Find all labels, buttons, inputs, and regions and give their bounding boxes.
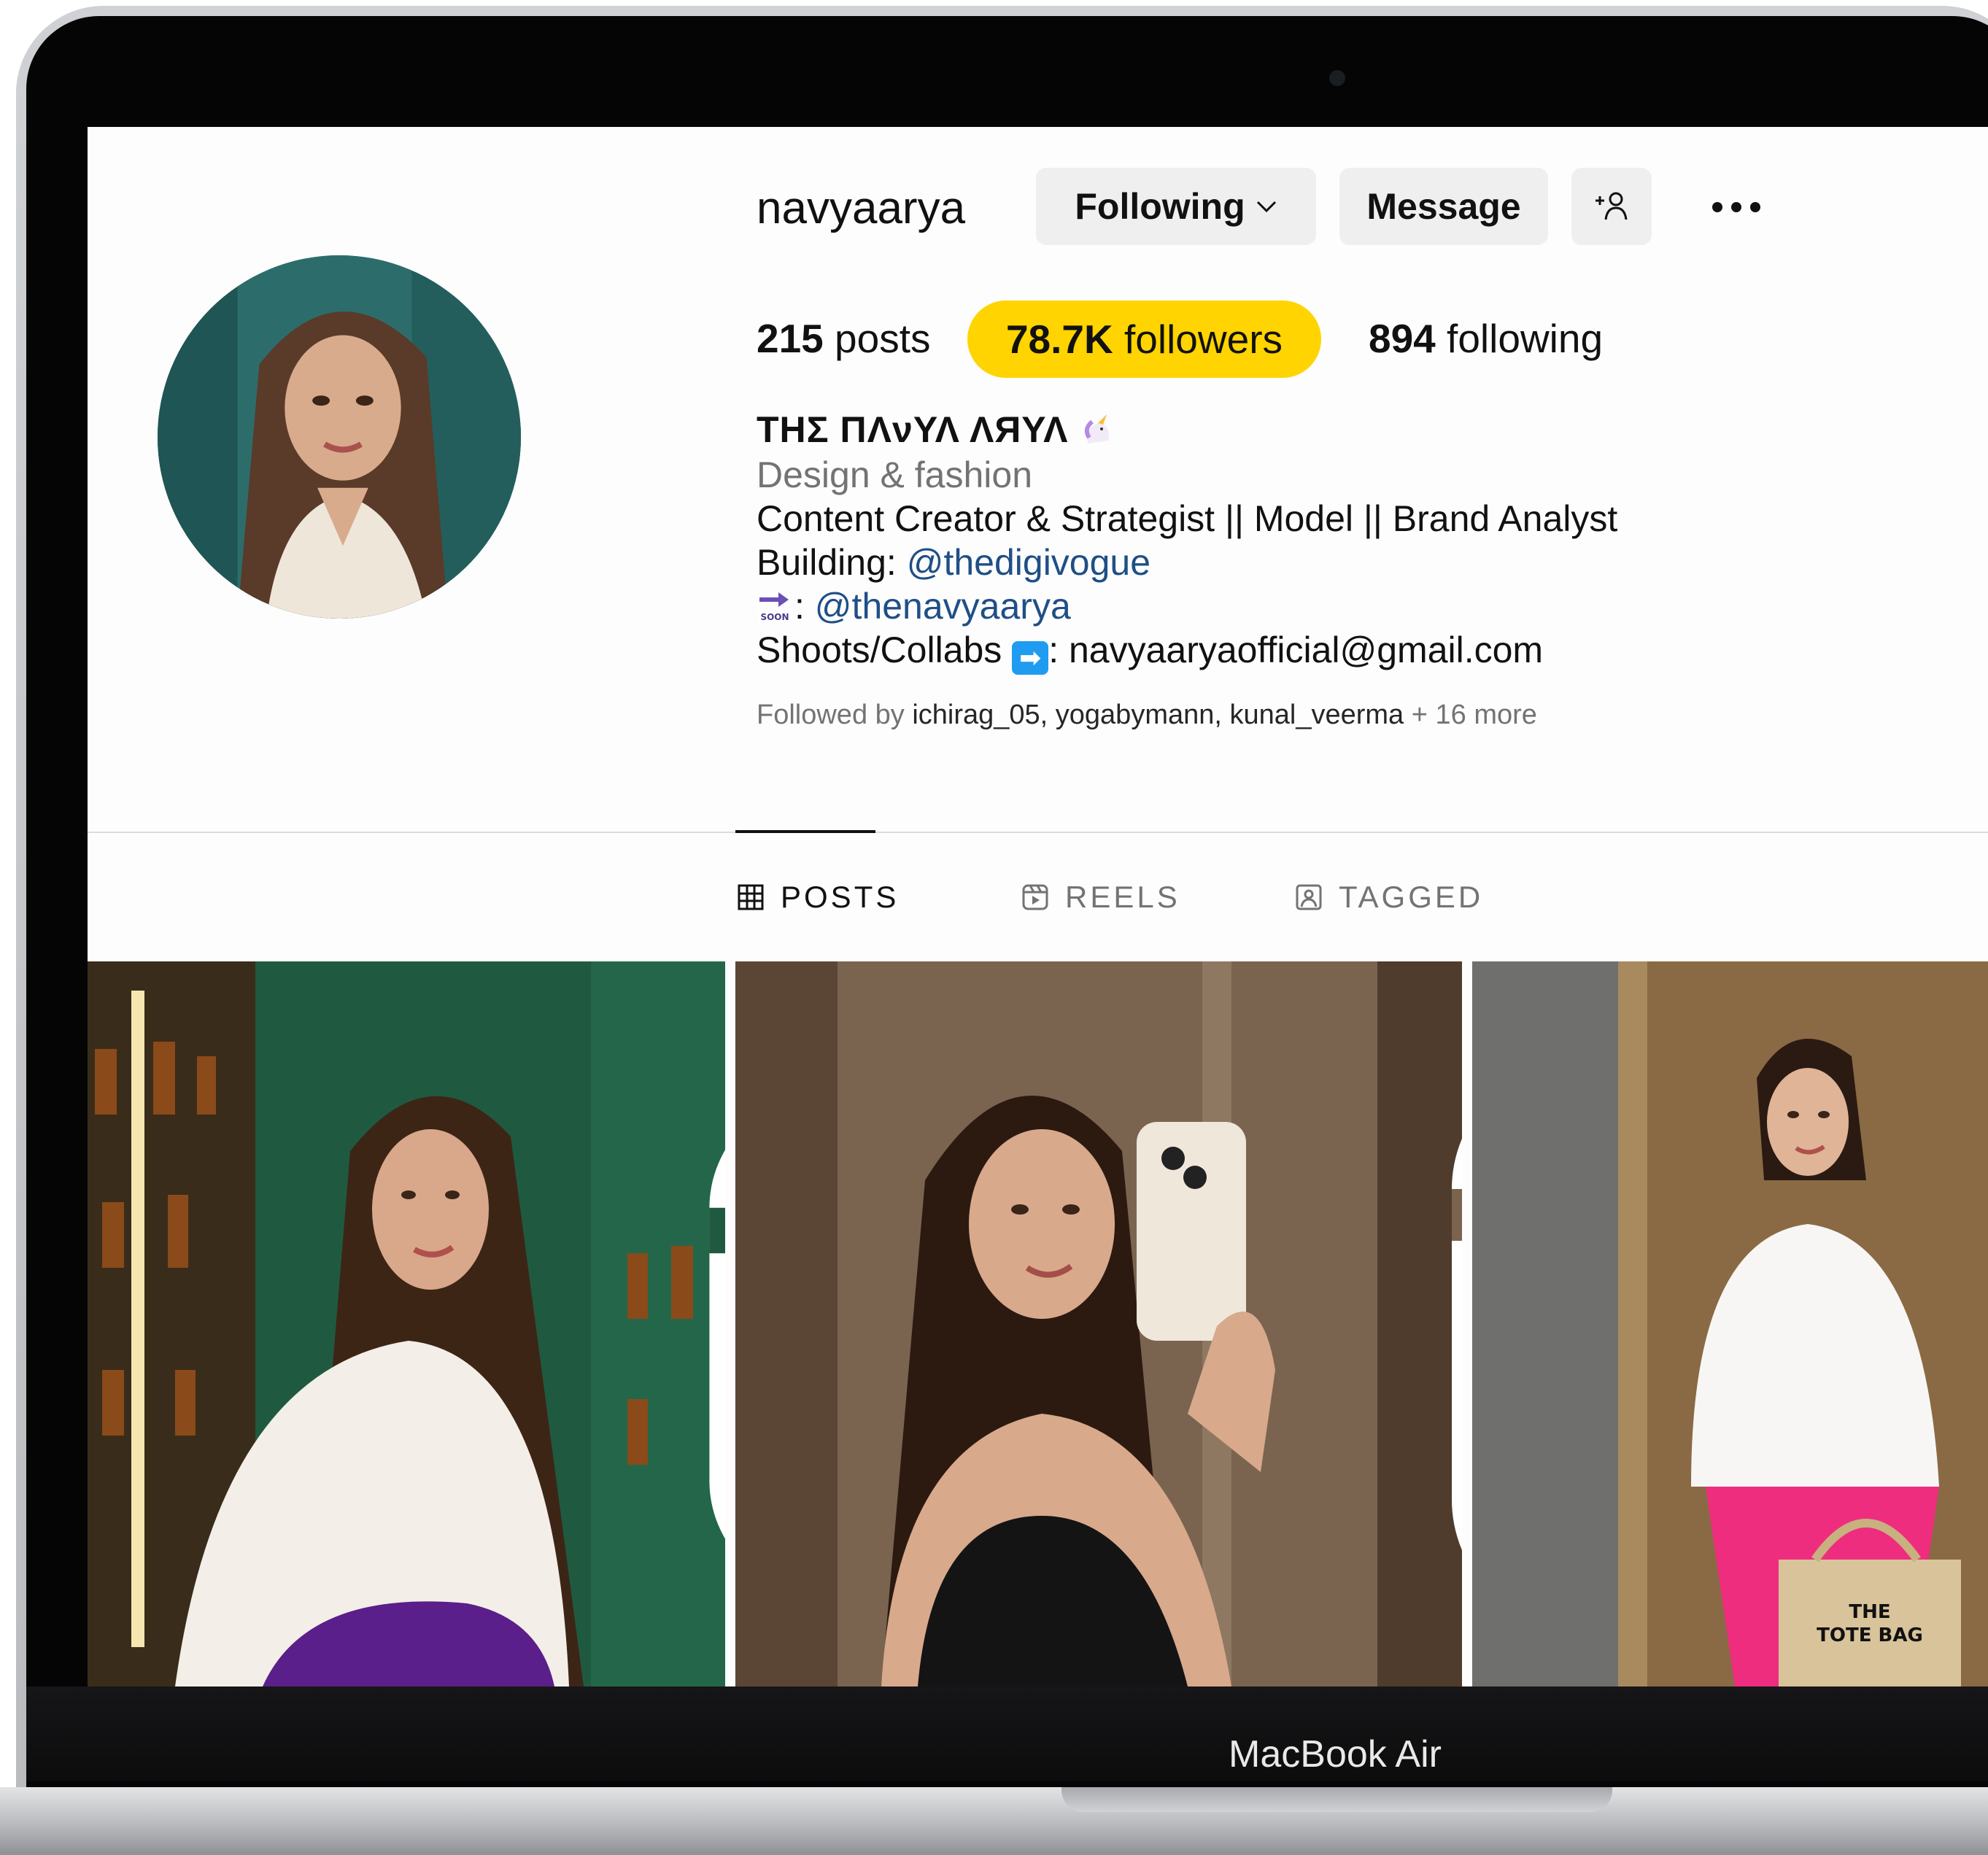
post-image-mirror-selfie <box>735 961 1462 1686</box>
posts-count: 215 posts <box>757 315 931 362</box>
device-label: MacBook Air <box>1229 1733 1442 1775</box>
following-button[interactable]: Following <box>1036 168 1316 245</box>
following-count-label: following <box>1435 316 1604 361</box>
thenavyaarya-link[interactable]: @thenavyaarya <box>815 586 1071 627</box>
post-thumbnail-1[interactable] <box>88 961 725 1686</box>
bio-building-prefix: Building: <box>757 542 907 583</box>
reel-badge-icon <box>709 1150 725 1539</box>
add-user-icon <box>1596 192 1628 220</box>
post-image-tote-bag: THE TOTE BAG <box>1472 961 1988 1686</box>
profile-avatar[interactable] <box>158 255 521 619</box>
tab-reels[interactable]: REELS <box>1021 880 1180 915</box>
followers-count-value: 78.7K <box>1005 317 1113 362</box>
followers-count-label: followers <box>1113 317 1283 362</box>
tab-reels-label: REELS <box>1065 880 1180 914</box>
followed-by[interactable]: Followed by ichirag_05, yogabymann, kuna… <box>757 700 1537 731</box>
tab-tagged-label: TAGGED <box>1339 880 1484 914</box>
bio-soon-prefix: : <box>794 586 815 627</box>
bio-contact: Shoots/Collabs ➡: navyaaryaofficial@gmai… <box>757 629 1543 675</box>
display-name: ТΗΣ ΠΛνΥΛ ΛЯΥΛ <box>757 408 1115 451</box>
posts-count-value: 215 <box>757 316 824 361</box>
more-dot-icon <box>1712 202 1722 212</box>
bio-building: Building: @thedigivogue <box>757 541 1150 584</box>
grid-icon <box>738 884 764 910</box>
bio-contact-email: : navyaaryaofficial@gmail.com <box>1048 630 1544 670</box>
thedigivogue-link[interactable]: @thedigivogue <box>907 542 1150 583</box>
post-image-bar-scene <box>88 961 725 1686</box>
bio-soon: SOON : @thenavyaarya <box>757 585 1071 627</box>
followed-by-names: ichirag_05, yogabymann, kunal_veerma <box>912 700 1404 730</box>
unicorn-emoji-icon <box>1085 414 1110 444</box>
laptop-hinge-notch <box>1061 1787 1612 1812</box>
soon-arrow-icon: SOON <box>758 592 792 622</box>
laptop-chin <box>26 1686 1988 1781</box>
reels-icon <box>1022 884 1048 910</box>
chevron-down-icon <box>1256 201 1276 213</box>
post-thumbnail-3[interactable]: THE TOTE BAG <box>1472 961 1988 1686</box>
profile-category: Design & fashion <box>757 454 1033 495</box>
bio-contact-prefix: Shoots/Collabs <box>757 630 1013 670</box>
message-button[interactable]: Message <box>1339 168 1548 245</box>
following-button-label: Following <box>1075 186 1245 227</box>
more-dot-icon <box>1750 202 1760 212</box>
profile-username: navyaarya <box>757 183 966 233</box>
section-divider <box>88 832 1988 833</box>
more-dot-icon <box>1731 202 1741 212</box>
bio-description: Content Creator & Strategist || Model ||… <box>757 498 1618 539</box>
following-count[interactable]: 894 following <box>1369 315 1603 362</box>
followed-by-prefix: Followed by <box>757 700 913 730</box>
display-name-text: ТΗΣ ΠΛνΥΛ ΛЯΥΛ <box>757 409 1069 450</box>
tote-bag-print: THE <box>1849 1601 1890 1623</box>
tab-posts-label: POSTS <box>781 880 900 914</box>
posts-count-label: posts <box>823 316 931 361</box>
webcam <box>1329 70 1345 86</box>
right-arrow-emoji-icon: ➡ <box>1012 641 1049 675</box>
tab-tagged[interactable]: TAGGED <box>1295 880 1483 915</box>
post-thumbnail-2[interactable] <box>735 961 1462 1686</box>
followers-count[interactable]: 78.7K followers <box>967 301 1321 378</box>
svg-text:SOON: SOON <box>760 612 789 622</box>
tab-posts[interactable]: POSTS <box>737 880 899 915</box>
followed-by-more: + 16 more <box>1404 700 1537 730</box>
reel-badge-icon <box>1452 1139 1462 1550</box>
active-tab-indicator <box>735 830 875 833</box>
tagged-icon <box>1296 884 1322 910</box>
laptop-base <box>0 1787 1988 1855</box>
instagram-profile-screen: navyaarya Following Message 215 posts 78… <box>88 127 1988 1686</box>
svg-text:TOTE BAG: TOTE BAG <box>1817 1624 1923 1646</box>
suggest-users-button[interactable] <box>1571 168 1652 245</box>
more-options-button[interactable] <box>1693 178 1780 236</box>
following-count-value: 894 <box>1369 316 1436 361</box>
